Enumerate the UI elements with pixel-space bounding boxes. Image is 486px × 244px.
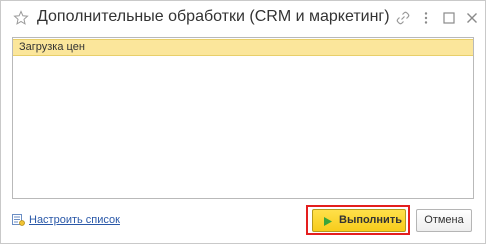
star-icon[interactable]: [13, 10, 29, 26]
title-bar: Дополнительные обработки (CRM и маркетин…: [1, 1, 485, 35]
list-item[interactable]: Загрузка цен: [13, 39, 473, 56]
processing-list[interactable]: Загрузка цен: [12, 37, 474, 199]
list-item-label: Загрузка цен: [19, 41, 85, 53]
link-icon[interactable]: [395, 10, 411, 26]
dialog-window: Дополнительные обработки (CRM и маркетин…: [0, 0, 486, 244]
customize-list-label: Настроить список: [29, 214, 120, 226]
cancel-button-label: Отмена: [424, 214, 464, 226]
play-icon: [324, 217, 332, 226]
run-button-label: Выполнить: [339, 214, 402, 226]
close-icon[interactable]: [464, 10, 480, 26]
cancel-button[interactable]: Отмена: [416, 209, 472, 232]
more-icon[interactable]: [418, 10, 434, 26]
maximize-icon[interactable]: [441, 10, 457, 26]
list-settings-icon: [12, 214, 25, 226]
run-button[interactable]: Выполнить: [312, 209, 406, 232]
window-title: Дополнительные обработки (CRM и маркетин…: [37, 8, 390, 25]
